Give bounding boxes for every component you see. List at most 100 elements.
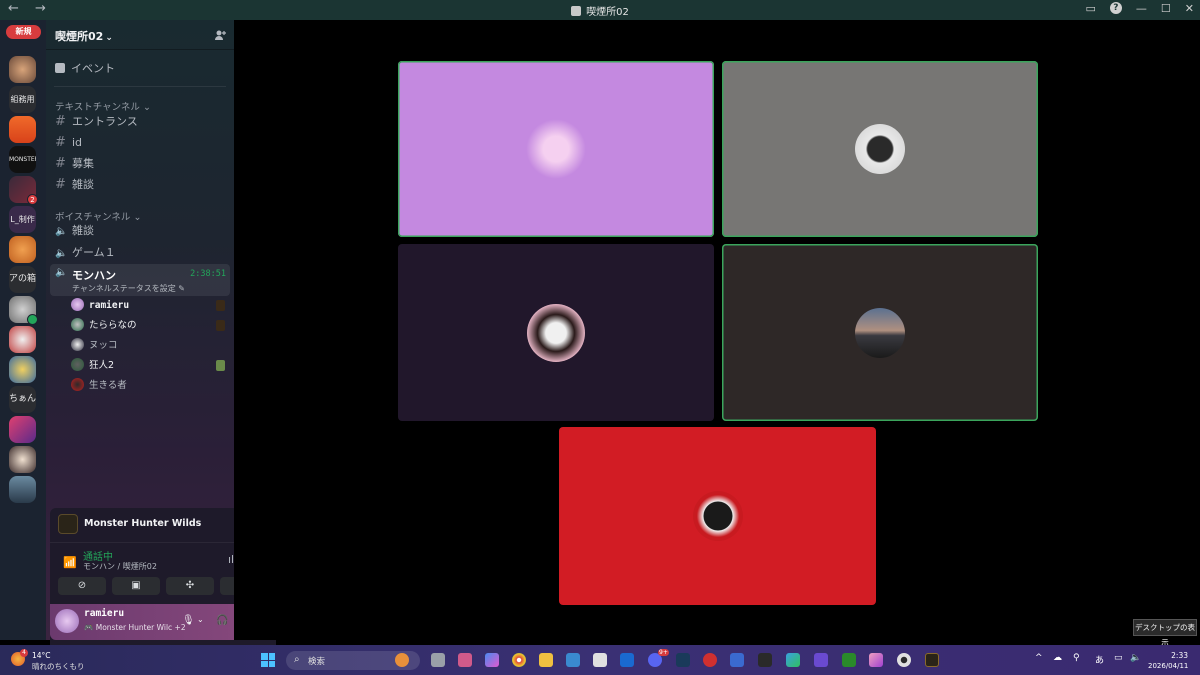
server-icon[interactable] [9, 116, 36, 143]
voice-user[interactable]: ヌッコ [71, 337, 118, 355]
show-hidden-icons-chevron-icon[interactable]: ^ [1035, 653, 1043, 663]
participant-tile[interactable] [398, 244, 714, 421]
chrome-icon[interactable] [512, 653, 526, 667]
server-icon[interactable] [9, 356, 36, 383]
outlook-icon[interactable] [620, 653, 634, 667]
participant-tile[interactable] [398, 61, 714, 237]
server-icon[interactable]: ちぁん [9, 386, 36, 413]
voice-user[interactable]: 生きる者 [71, 377, 127, 395]
voice-channel-path[interactable]: モンハン / 喫煙所02 [83, 561, 157, 572]
channel-recruit[interactable]: # 募集 [55, 155, 94, 173]
voice-channel-chat[interactable]: 🔈 雑談 [55, 222, 94, 240]
app-icon[interactable] [869, 653, 883, 667]
participant-tile[interactable] [722, 244, 1038, 421]
server-icon[interactable]: MONSTER [9, 146, 36, 173]
steelseries-icon[interactable] [897, 653, 911, 667]
game-icon [58, 514, 78, 534]
steam-icon[interactable] [676, 653, 690, 667]
copilot-icon[interactable] [485, 653, 499, 667]
widget-app-icon[interactable] [395, 653, 409, 667]
network-icon[interactable]: ▭ [1114, 653, 1123, 663]
voice-user[interactable]: 狂人2 [71, 357, 114, 375]
user-name[interactable]: ramieru [84, 608, 124, 619]
server-header[interactable]: 喫煙所02 ⌄ [46, 20, 234, 50]
category-voice-channels[interactable]: ボイスチャンネル ⌄ [55, 209, 141, 223]
server-icon[interactable]: アの箱 [9, 266, 36, 293]
hash-icon: # [55, 156, 66, 171]
start-button[interactable] [261, 653, 275, 667]
nvidia-icon[interactable] [842, 653, 856, 667]
signal-icon[interactable]: 📶 [63, 556, 77, 569]
server-icon[interactable] [9, 476, 36, 503]
server-icon[interactable]: 2 [9, 176, 38, 205]
monster-hunter-icon[interactable] [925, 653, 939, 667]
channel-chat[interactable]: # 雑談 [55, 176, 94, 194]
voice-user-name: ramieru [89, 300, 130, 311]
minimize-icon[interactable]: — [1136, 2, 1147, 15]
server-icon[interactable] [9, 446, 36, 473]
file-explorer-icon[interactable] [539, 653, 553, 667]
server-icon[interactable] [9, 236, 36, 263]
language-icon[interactable]: ⚲ [1073, 653, 1080, 663]
participant-tile[interactable] [559, 427, 876, 605]
app-icon[interactable] [758, 653, 772, 667]
photos-icon[interactable] [566, 653, 580, 667]
hash-icon: # [55, 114, 66, 129]
server-name[interactable]: 喫煙所02 ⌄ [55, 28, 113, 44]
voice-user[interactable]: ramieru [71, 297, 129, 315]
server-icon[interactable]: 組務用サ [9, 86, 36, 113]
app-icon[interactable] [703, 653, 717, 667]
volume-icon[interactable]: 🔈 [1130, 653, 1141, 663]
user-avatar[interactable] [55, 609, 79, 633]
app-icon[interactable] [458, 653, 472, 667]
maximize-icon[interactable]: ☐ [1161, 2, 1171, 15]
screen-share-icon: ▣ [131, 580, 141, 591]
server-icon[interactable] [9, 296, 38, 325]
weather-description[interactable]: 晴れのちくもり [32, 661, 85, 672]
camera-off-button[interactable]: ⊘ [58, 577, 106, 595]
channel-entrance[interactable]: # エントランス [55, 113, 138, 131]
clock-date[interactable]: 2026/04/11 [1148, 662, 1188, 670]
game-activity-icon [216, 320, 225, 331]
activities-icon: ✣ [185, 580, 195, 591]
camera-off-icon: ⊘ [77, 580, 87, 591]
voice-channel-monhan[interactable]: 🔈 モンハン 2:38:51 チャンネルステータスを設定 ✎ [50, 264, 230, 296]
task-view-icon[interactable] [431, 653, 445, 667]
channel-sidebar: 喫煙所02 ⌄ イベント テキストチャンネル ⌄ # エントランス # id # 募集 … [46, 20, 276, 658]
channel-label: ゲーム１ [72, 246, 116, 259]
app-icon[interactable] [786, 653, 800, 667]
app-icon[interactable] [814, 653, 828, 667]
help-icon[interactable]: ? [1109, 2, 1122, 14]
participant-avatar [527, 303, 585, 362]
clock-time[interactable]: 2:33 [1162, 651, 1188, 660]
store-icon[interactable] [593, 653, 607, 667]
events-link[interactable]: イベント [55, 60, 115, 76]
search-icon: ⌕ [294, 654, 300, 665]
headphones-icon[interactable]: 🎧 [216, 615, 228, 626]
server-icon[interactable]: L_制作サ [9, 206, 36, 233]
server-icon[interactable] [9, 56, 36, 83]
microphone-icon[interactable]: 🎙 [182, 615, 195, 626]
app-icon[interactable] [730, 653, 744, 667]
participant-tile[interactable] [722, 61, 1038, 237]
channel-label: 雑談 [72, 178, 94, 191]
channel-label: id [72, 136, 83, 149]
mic-options-chevron-icon[interactable]: ⌄ [197, 615, 204, 624]
category-text-channels[interactable]: テキストチャンネル ⌄ [55, 99, 151, 113]
activities-button[interactable]: ✣ [166, 577, 214, 595]
close-icon[interactable]: ✕ [1185, 2, 1194, 15]
inbox-icon[interactable]: ▭ [1086, 2, 1096, 15]
new-badge[interactable]: 新規 [6, 25, 41, 39]
weather-temperature[interactable]: 14°C [32, 651, 51, 660]
server-icon[interactable] [9, 326, 36, 353]
screen-share-button[interactable]: ▣ [112, 577, 160, 595]
voice-user-name: ヌッコ [89, 340, 118, 351]
ime-indicator[interactable]: あ [1095, 653, 1104, 666]
invite-people-icon[interactable] [214, 29, 226, 41]
server-icon[interactable] [9, 416, 36, 443]
channel-id[interactable]: # id [55, 134, 82, 152]
onedrive-icon[interactable]: ☁ [1053, 653, 1062, 663]
voice-user[interactable]: たららなの [71, 317, 137, 335]
set-channel-status[interactable]: チャンネルステータスを設定 ✎ [72, 283, 185, 294]
voice-channel-game1[interactable]: 🔈 ゲーム１ [55, 244, 116, 262]
